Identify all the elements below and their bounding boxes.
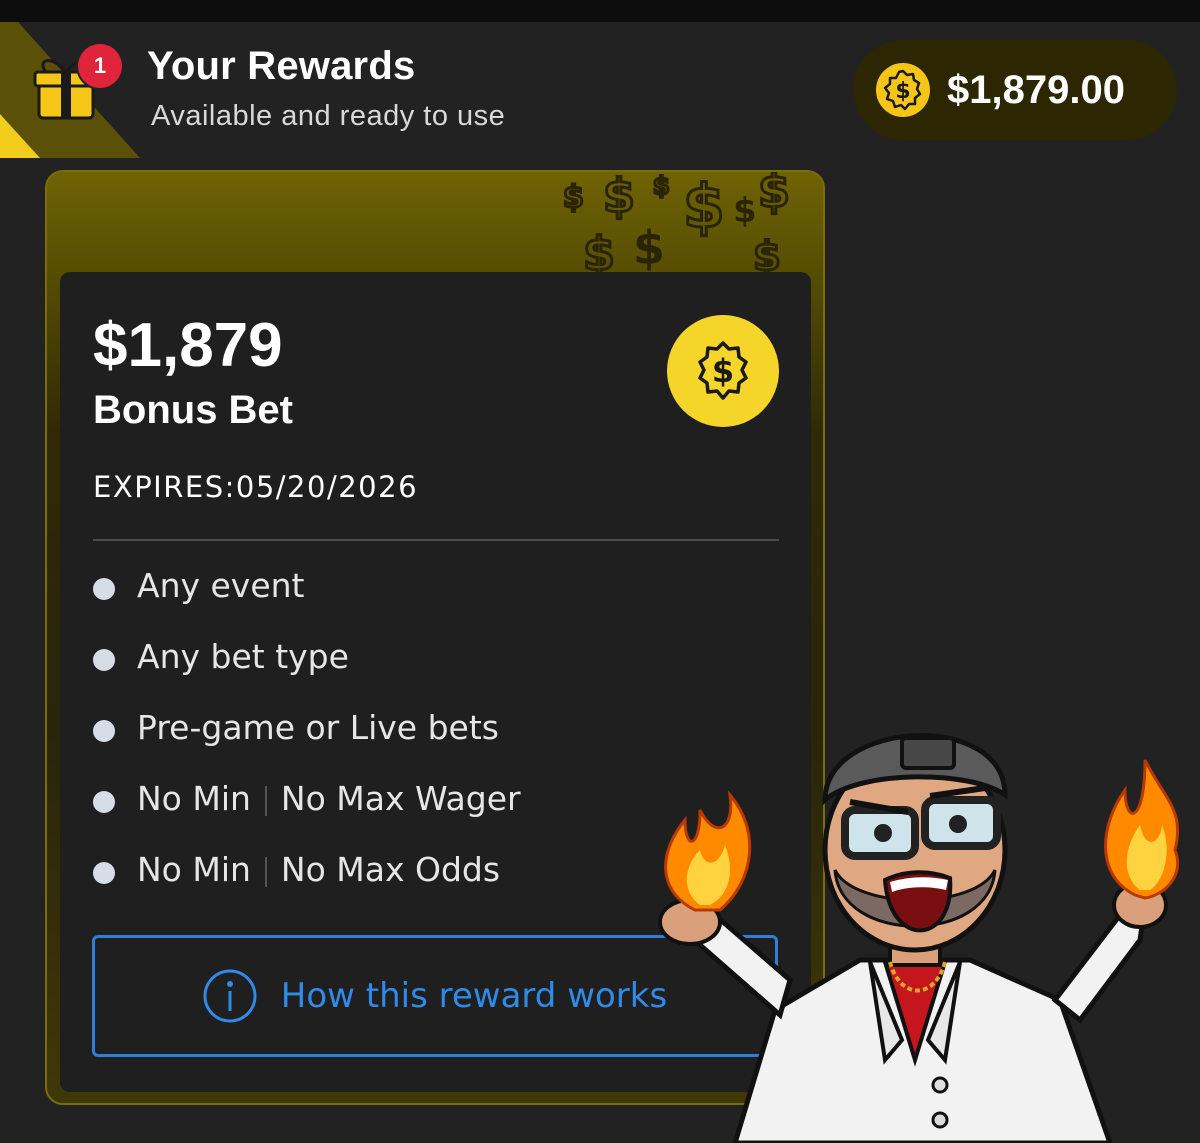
feature-max-label: No Max Odds	[280, 850, 501, 889]
info-icon	[203, 969, 257, 1023]
svg-text:$: $	[653, 172, 670, 200]
svg-text:$: $	[712, 352, 734, 390]
feature-min-label: No Min	[137, 850, 251, 889]
bullet-icon	[93, 791, 115, 813]
bullet-icon	[93, 578, 115, 600]
bullet-icon	[93, 649, 115, 671]
feature-text: Any event	[137, 566, 305, 605]
angry-avatar-sticker	[658, 733, 1180, 1143]
list-item: Any bet type	[93, 637, 521, 708]
feature-text: No Min No Max Odds	[137, 850, 500, 889]
bonus-amount: $1,879	[93, 311, 283, 380]
feature-text: Pre-game or Live bets	[137, 708, 499, 747]
bonus-type-label: Bonus Bet	[93, 388, 293, 432]
how-reward-works-label: How this reward works	[280, 976, 668, 1016]
dollar-coin-icon: $	[876, 63, 930, 117]
feature-min-label: No Min	[137, 779, 251, 818]
dollar-pattern-decoration: $ $ $ $ $ $ $ $ $	[562, 172, 792, 272]
expiry-date: EXPIRES:05/20/2026	[93, 470, 419, 504]
bullet-icon	[93, 720, 115, 742]
balance-pill[interactable]: $ $1,879.00	[853, 40, 1177, 140]
reward-features-list: Any event Any bet type Pre-game or Live …	[93, 566, 521, 921]
svg-text:$: $	[583, 227, 615, 272]
separator	[264, 785, 267, 816]
list-item: Any event	[93, 566, 521, 637]
svg-text:$: $	[633, 221, 665, 272]
bullet-icon	[93, 862, 115, 884]
svg-text:$: $	[603, 172, 635, 223]
list-item: No Min No Max Odds	[93, 850, 521, 921]
list-item: Pre-game or Live bets	[93, 708, 521, 779]
svg-text:$: $	[683, 172, 725, 242]
separator	[264, 856, 267, 887]
svg-text:$: $	[753, 234, 781, 272]
notification-badge: 1	[78, 44, 122, 88]
svg-text:$: $	[895, 79, 910, 104]
svg-text:$: $	[733, 191, 757, 231]
top-status-strip	[0, 0, 1200, 22]
feature-max-label: No Max Wager	[280, 779, 521, 818]
list-item: No Min No Max Wager	[93, 779, 521, 850]
balance-amount: $1,879.00	[947, 67, 1125, 112]
svg-text:$: $	[563, 180, 584, 215]
dollar-badge-icon: $	[667, 315, 779, 427]
feature-text: Any bet type	[137, 637, 349, 676]
card-divider	[93, 539, 779, 541]
feature-text: No Min No Max Wager	[137, 779, 521, 818]
svg-text:$: $	[758, 172, 790, 218]
page-title: Your Rewards	[147, 44, 416, 88]
page-subtitle: Available and ready to use	[151, 100, 506, 132]
